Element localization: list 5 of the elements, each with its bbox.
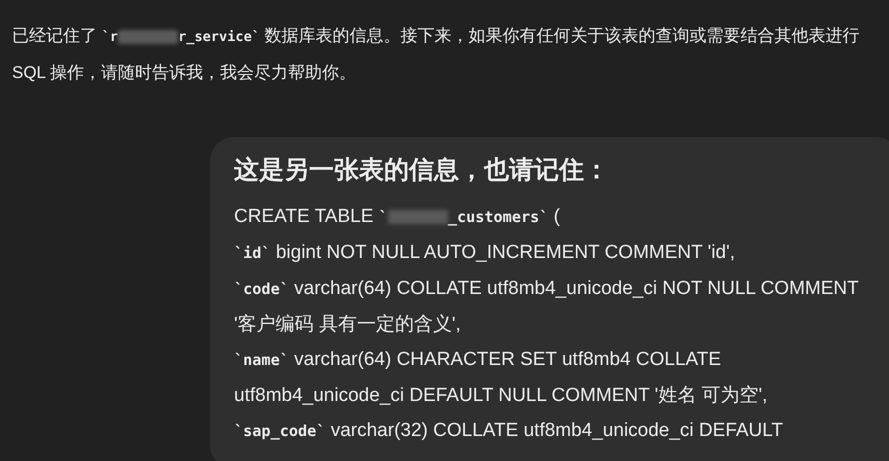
message-heading: 这是另一张表的信息，也请记住：	[234, 155, 610, 186]
sql-line: CREATE TABLE ` _customers` (	[234, 205, 562, 229]
sql-line: `sap_code` varchar(32) COLLATE utf8mb4_unicode_ci DEFAULT	[234, 419, 784, 443]
sql-line: `id` bigint NOT NULL AUTO_INCREMENT COMMENT 'id',	[234, 241, 736, 265]
assistant-message: 已经记住了 `r r_service` 数据库表的信息。接下来，如果你有任何关于该表的查询或需要结合其他表进行 SQL 操作，请随时告诉我，我会尽力帮助你。	[12, 25, 861, 84]
